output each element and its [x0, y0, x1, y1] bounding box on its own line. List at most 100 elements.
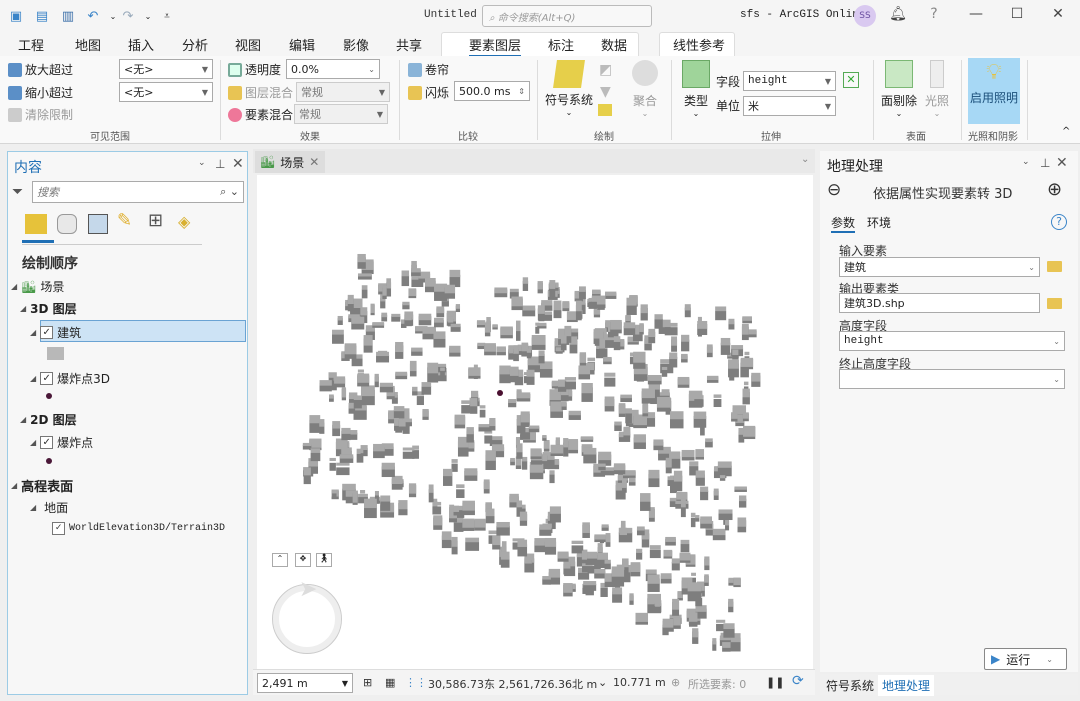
walk-mode-icon[interactable]: 🚶︎ [316, 553, 332, 567]
symbol-layer-drawing-icon[interactable] [598, 104, 612, 116]
scene-canvas[interactable]: ⌃ ✥ 🚶︎ ➤ [257, 175, 813, 669]
visibility-checkbox[interactable]: ✓ [40, 326, 54, 339]
pause-drawing-button[interactable]: ❚❚ [766, 676, 784, 689]
save-project-icon[interactable]: ▥ [59, 7, 77, 25]
coordinate-system-icon[interactable]: ⋮⋮ [405, 676, 427, 689]
close-icon[interactable]: ✕ [1056, 155, 1068, 171]
tab-analysis[interactable]: 分析 [182, 35, 208, 54]
input-features-dropdown[interactable]: 建筑 ⌄ [839, 257, 1040, 277]
pane-options-icon[interactable]: ⌄ [1022, 157, 1030, 167]
tab-share[interactable]: 共享 [396, 35, 422, 54]
flicker-interval-input[interactable]: 500.0 ms ⇕ [454, 81, 530, 101]
clear-limits-button[interactable]: 清除限制 [8, 106, 73, 123]
tree-item-2d-layers[interactable]: ◢ 2D 图层 [20, 411, 77, 428]
tab-scene[interactable]: 🏙︎ 场景 ✕ [255, 151, 325, 173]
tab-symbology[interactable]: 符号系统 [826, 677, 874, 694]
tab-feature-layer[interactable]: 要素图层 [469, 35, 522, 57]
search-icon[interactable]: ⌕ ⌄ [220, 185, 239, 199]
zoom-in-beyond-dropdown[interactable]: <无> ▼ [119, 59, 213, 79]
vary-symbology-icon[interactable]: ◩ [599, 62, 612, 78]
tree-item-elevation-surfaces[interactable]: ◢ 高程表面 [11, 476, 73, 495]
close-button[interactable]: ✕ [1048, 6, 1068, 22]
feature-blend-dropdown[interactable]: 常规 ▼ [294, 104, 388, 124]
browse-folder-icon[interactable] [1047, 261, 1062, 272]
tab-imagery[interactable]: 影像 [343, 35, 369, 54]
coordinate-format-dropdown[interactable]: ⌄ [598, 676, 607, 689]
tab-parameters[interactable]: 参数 [831, 214, 856, 233]
tab-geoprocessing[interactable]: 地理处理 [878, 675, 935, 696]
notification-bell-icon[interactable]: 🔔︎ [888, 6, 908, 22]
tab-linear-referencing[interactable]: 线性参考 [673, 35, 725, 54]
browse-folder-icon[interactable] [1047, 298, 1062, 309]
tab-insert[interactable]: 插入 [128, 35, 154, 54]
list-by-source-icon[interactable] [57, 214, 77, 234]
open-project-icon[interactable]: ▤ [33, 7, 51, 25]
refresh-button[interactable]: ⟳ [792, 673, 804, 689]
visibility-checkbox[interactable]: ✓ [52, 522, 65, 535]
visibility-checkbox[interactable]: ✓ [40, 372, 54, 385]
back-icon[interactable]: ⊖ [827, 180, 841, 200]
undo-icon[interactable]: ↶ [84, 7, 102, 25]
extrusion-field-dropdown[interactable]: height ▼ [743, 71, 836, 91]
tab-data[interactable]: 数据 [601, 35, 627, 54]
layer-blend-dropdown[interactable]: 常规 ▼ [296, 82, 390, 102]
tab-map[interactable]: 地图 [75, 35, 101, 54]
lighting-button[interactable]: 光照 ⌄ [920, 60, 954, 118]
view-options-icon[interactable]: ⌄ [801, 154, 809, 165]
extrusion-unit-dropdown[interactable]: 米 ▼ [743, 96, 836, 116]
tab-project[interactable]: 工程 [18, 35, 44, 54]
tilt-up-icon[interactable]: ⌃ [272, 553, 288, 567]
explosion-point-marker[interactable] [497, 390, 503, 396]
extrusion-type-button[interactable]: 类型 ⌄ [678, 60, 714, 118]
visibility-checkbox[interactable]: ✓ [40, 436, 54, 449]
chevron-down-icon[interactable]: ⌄ [1046, 655, 1053, 664]
filter-icon[interactable]: ▼ [600, 84, 611, 100]
layer-item-explosion[interactable]: ◢ ✓ 爆炸点 [30, 434, 93, 451]
minimize-button[interactable]: — [966, 6, 986, 22]
tab-view[interactable]: 视图 [235, 35, 261, 54]
layer-item-building[interactable]: ◢ ✓ 建筑 [30, 324, 81, 341]
face-culling-button[interactable]: 面剔除 ⌄ [880, 60, 918, 118]
help-icon[interactable]: ? [1051, 214, 1067, 230]
tree-item-scene[interactable]: ◢ 🏙︎ 场景 [11, 278, 64, 295]
command-search-input[interactable]: ⌕ 命令搜索(Alt+Q) [482, 5, 652, 27]
pin-icon[interactable]: ⊥ [1040, 156, 1050, 170]
swipe-button[interactable]: 卷帘 [408, 61, 449, 78]
filter-icon[interactable]: ⏷ [12, 184, 23, 200]
add-grid-icon[interactable]: ⊞ [363, 676, 372, 689]
avatar[interactable]: SS [854, 5, 876, 27]
layer-item-terrain[interactable]: ✓ WorldElevation3D/Terrain3D [52, 522, 225, 535]
output-feature-class-input[interactable]: 建筑3D.shp [839, 293, 1040, 313]
list-by-drawing-order-icon[interactable] [25, 214, 47, 234]
symbology-button[interactable]: 符号系统 ⌄ [544, 60, 594, 117]
tab-edit[interactable]: 编辑 [289, 35, 315, 54]
spinner-icon[interactable]: ⇕ [518, 87, 525, 96]
list-by-editing-icon[interactable]: ✎ [117, 210, 132, 231]
add-icon[interactable]: ⊕ [1047, 179, 1062, 200]
expression-icon[interactable]: ✕ [843, 72, 859, 88]
redo-dropdown-icon[interactable]: ⌄ [139, 7, 157, 25]
pin-icon[interactable]: ⊥ [215, 157, 225, 171]
run-button[interactable]: ▶ 运行 ⌄ [984, 648, 1067, 670]
tree-item-3d-layers[interactable]: ◢ 3D 图层 [20, 300, 77, 317]
zoom-out-beyond-dropdown[interactable]: <无> ▼ [119, 82, 213, 102]
close-tab-icon[interactable]: ✕ [309, 155, 319, 169]
table-icon[interactable]: ▦ [385, 676, 395, 689]
new-project-icon[interactable]: ▣ [7, 7, 25, 25]
list-by-snapping-icon[interactable]: ⊞ [148, 210, 163, 231]
tab-labeling[interactable]: 标注 [548, 35, 574, 54]
height-field-dropdown[interactable]: height ⌄ [839, 331, 1065, 351]
transparency-input[interactable]: 0.0% ⌄ [286, 59, 380, 79]
help-icon[interactable]: ? [924, 6, 944, 22]
maximize-button[interactable]: ☐ [1007, 6, 1027, 22]
enable-lighting-button[interactable]: 💡︎ 启用照明 [968, 58, 1020, 124]
list-by-labeling-icon[interactable]: ◈ [178, 212, 190, 231]
close-icon[interactable]: ✕ [232, 156, 244, 172]
tree-item-ground[interactable]: ◢ 地面 [30, 499, 68, 516]
tab-environments[interactable]: 环境 [867, 214, 891, 231]
aggregation-button[interactable]: 聚合 ⌄ [628, 60, 662, 118]
contents-search-input[interactable]: 搜索 ⌕ ⌄ [32, 181, 244, 203]
layer-item-explosion-3d[interactable]: ◢ ✓ 爆炸点3D [30, 370, 110, 387]
redo-icon[interactable]: ↷ [119, 7, 137, 25]
customize-icon[interactable]: ⩡ [158, 7, 176, 25]
